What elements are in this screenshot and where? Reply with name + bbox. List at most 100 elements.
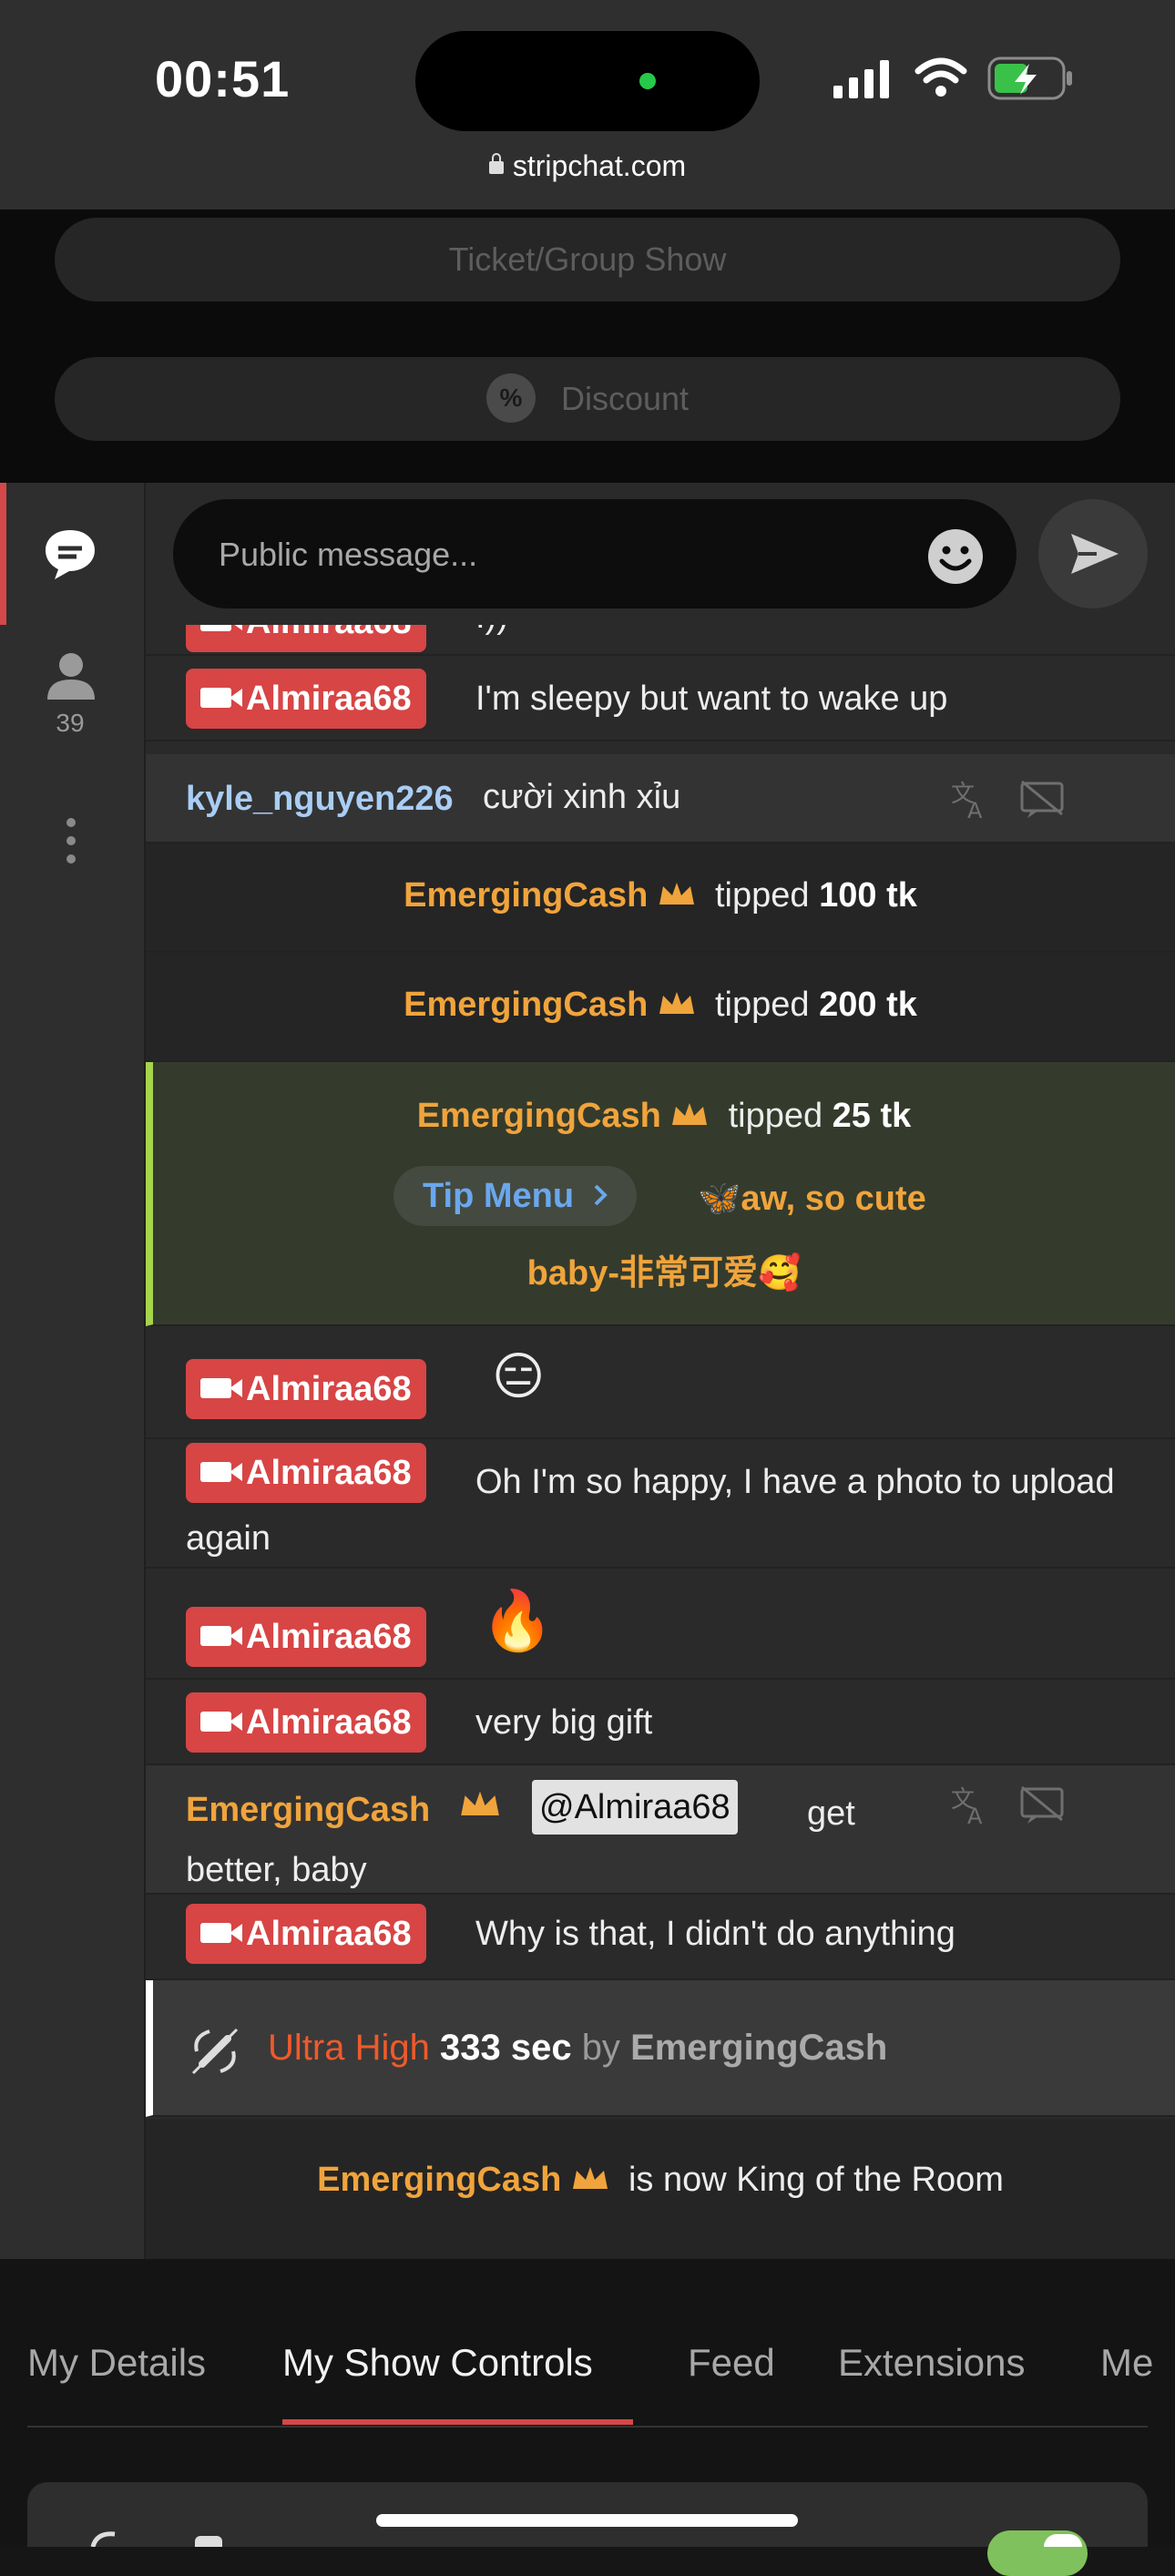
message-text: cười xinh xỉu: [483, 778, 681, 816]
ticket-group-show-label: Ticket/Group Show: [448, 240, 727, 278]
tab-feed[interactable]: Feed: [688, 2341, 775, 2385]
username: Almiraa68: [246, 1915, 412, 1953]
chat-message: Almiraa68 🔥: [146, 1569, 1175, 1680]
hide-message-icon[interactable]: [1018, 778, 1066, 820]
card-title-fragment: [195, 2536, 222, 2547]
svg-text:A: A: [967, 798, 983, 820]
active-tab-underline: [282, 2419, 633, 2425]
crown-icon: [672, 1103, 708, 1125]
tip-menu-button[interactable]: Tip Menu: [393, 1166, 638, 1226]
model-badge[interactable]: Almiraa68: [186, 1359, 426, 1419]
chat-message: Almiraa68 Oh I'm so happy, I have a phot…: [146, 1439, 1175, 1569]
username: Almiraa68: [246, 1703, 412, 1742]
king-text: is now King of the Room: [628, 2161, 1004, 2199]
chat-message: kyle_nguyen226 cười xinh xỉu 文A: [146, 754, 1175, 843]
chat-feed[interactable]: Almiraa68 .)) Almiraa68 I'm sleepy but w…: [146, 625, 1175, 2259]
chat-bubble-icon[interactable]: [42, 526, 98, 581]
chat-message: Almiraa68 very big gift: [146, 1680, 1175, 1765]
tip-amount: 25 tk: [832, 1097, 912, 1135]
chat-sidebar: [0, 483, 146, 2259]
translate-icon[interactable]: 文A: [949, 1784, 991, 1825]
message-emoji: 🔥: [481, 1588, 554, 1653]
tipper-name[interactable]: EmergingCash: [417, 1097, 661, 1135]
message-text: very big gift: [475, 1703, 653, 1742]
king-user[interactable]: EmergingCash: [317, 2161, 561, 2199]
message-text: Why is that, I didn't do anything: [475, 1915, 955, 1953]
model-badge[interactable]: Almiraa68: [186, 1692, 426, 1753]
url-text: stripchat.com: [512, 149, 687, 182]
ticket-group-show-button[interactable]: Ticket/Group Show: [55, 218, 1120, 302]
video-camera-icon: [200, 1378, 242, 1398]
username: Almiraa68: [246, 1370, 412, 1408]
tip-note: 🦋aw, so cute: [698, 1180, 926, 1218]
tip-notification-highlighted: EmergingCash tipped 25 tk Tip Menu 🦋aw, …: [146, 1062, 1175, 1326]
tab-my-show-controls[interactable]: My Show Controls: [282, 2341, 593, 2385]
refresh-icon: [90, 2531, 116, 2547]
model-badge[interactable]: Almiraa68: [186, 1904, 426, 1964]
home-indicator[interactable]: [376, 2514, 798, 2527]
king-notification: EmergingCash is now King of the Room: [146, 2119, 1175, 2259]
chat-message: Almiraa68 .)): [146, 625, 1175, 656]
camera-indicator-icon: [639, 73, 656, 89]
discount-icon: %: [485, 373, 536, 424]
tab-extensions[interactable]: Extensions: [838, 2341, 1025, 2385]
tab-divider: [27, 2426, 1148, 2428]
tip-notification: EmergingCash tipped 200 tk: [146, 953, 1175, 1062]
send-icon: [1071, 534, 1119, 574]
video-camera-icon: [200, 625, 242, 631]
crown-icon: [659, 992, 694, 1014]
ultra-high-notification: Ultra High 333 sec by EmergingCash: [146, 1980, 1175, 2117]
username[interactable]: kyle_nguyen226: [186, 780, 454, 819]
tip-verb: tipped: [728, 1097, 823, 1135]
users-icon[interactable]: [46, 650, 97, 701]
message-emoji: 😑: [492, 1347, 546, 1405]
dynamic-island: [415, 31, 760, 131]
video-camera-icon: [200, 688, 242, 708]
tipper-name[interactable]: EmergingCash: [404, 876, 648, 915]
svg-text:A: A: [967, 1804, 983, 1825]
tip-menu-label: Tip Menu: [423, 1177, 575, 1215]
chat-message: EmergingCash @Almiraa68 get better, baby…: [146, 1765, 1175, 1895]
ultra-user[interactable]: EmergingCash: [630, 2028, 887, 2068]
tipper-name[interactable]: EmergingCash: [404, 986, 648, 1024]
message-text: get better, baby: [186, 1794, 855, 1889]
username: Almiraa68: [246, 625, 412, 641]
emoji-icon[interactable]: [927, 528, 984, 585]
address-bar[interactable]: stripchat.com: [0, 149, 1175, 183]
discount-button[interactable]: % Discount: [55, 357, 1120, 441]
ultra-duration: 333 sec: [439, 2028, 572, 2068]
tip-verb: tipped: [715, 876, 810, 915]
message-text: I'm sleepy but want to wake up: [475, 680, 948, 718]
video-camera-icon: [200, 1626, 242, 1646]
tab-my-details[interactable]: My Details: [27, 2341, 206, 2385]
more-options-icon[interactable]: [64, 815, 78, 866]
chevron-right-icon: [594, 1184, 608, 1206]
discount-label: Discount: [560, 380, 690, 417]
signal-icon: [833, 60, 889, 98]
toggle-knob: [1044, 2534, 1082, 2547]
model-badge[interactable]: Almiraa68: [186, 669, 426, 729]
tip-notification: EmergingCash tipped 100 tk: [146, 843, 1175, 953]
message-text: .)): [475, 625, 508, 637]
clock: 00:51: [155, 50, 291, 107]
crown-icon: [659, 883, 694, 905]
model-badge[interactable]: Almiraa68: [186, 625, 426, 652]
username: Almiraa68: [246, 1618, 412, 1656]
username: Almiraa68: [246, 680, 412, 718]
translate-icon[interactable]: 文A: [949, 778, 991, 820]
hide-message-icon[interactable]: [1018, 1784, 1066, 1825]
tip-note-line2: baby-非常可爱🥰: [526, 1254, 802, 1293]
chat-message: Almiraa68 Why is that, I didn't do anyth…: [146, 1895, 1175, 1980]
battery-charging-icon: [987, 56, 1072, 100]
video-camera-icon: [200, 1923, 242, 1943]
viewer-count: 39: [56, 709, 85, 737]
lock-icon: [488, 153, 504, 174]
ultra-by: by: [581, 2028, 620, 2068]
model-badge[interactable]: Almiraa68: [186, 1607, 426, 1667]
tab-me[interactable]: Me: [1100, 2341, 1153, 2385]
vibration-icon: [191, 2028, 239, 2075]
chat-message: Almiraa68 I'm sleepy but want to wake up: [146, 669, 1175, 741]
message-text: Oh I'm so happy, I have a photo to uploa…: [186, 1463, 1115, 1558]
tip-amount: 100 tk: [819, 876, 917, 915]
wifi-icon: [914, 57, 967, 97]
